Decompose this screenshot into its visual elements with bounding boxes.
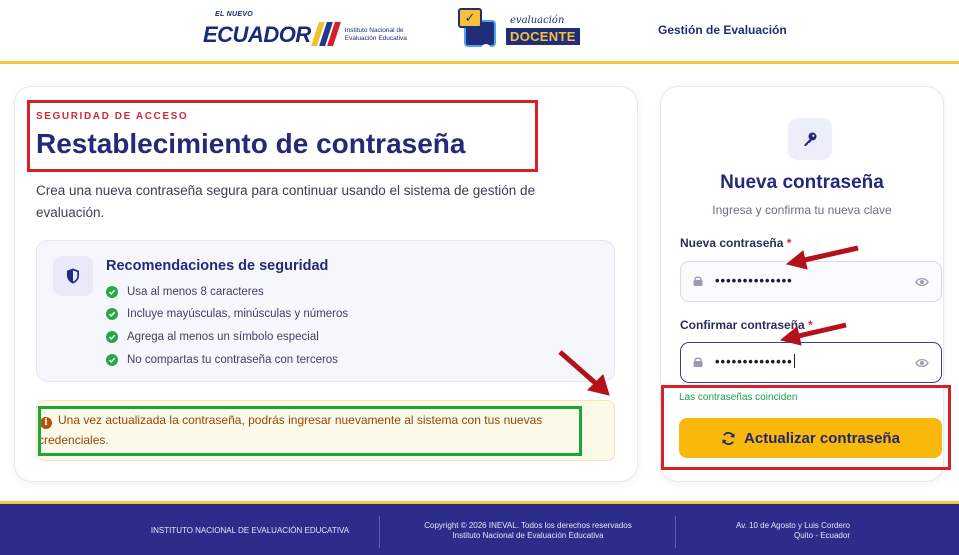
check-circle-icon	[106, 286, 118, 298]
new-password-input[interactable]: ••••••••••••••	[680, 261, 942, 302]
check-circle-icon	[106, 354, 118, 366]
eye-icon[interactable]	[915, 357, 929, 369]
recommendation-item: Agrega al menos un símbolo especial	[106, 331, 319, 343]
logo-evaluacion: evaluación	[510, 15, 565, 26]
footer-copyright: Copyright © 2026 INEVAL. Todos los derec…	[398, 504, 658, 555]
eye-icon[interactable]	[915, 276, 929, 288]
confirm-password-label-text: Confirmar contraseña	[680, 318, 805, 332]
address-city: Quito - Ecuador	[793, 531, 850, 540]
evaluacion-docente-logo: ✓ evaluación DOCENTE	[458, 8, 580, 56]
form-title: Nueva contraseña	[720, 172, 884, 193]
key-icon	[788, 118, 832, 160]
footer-institution-name: INSTITUTO NACIONAL DE EVALUACIÓN EDUCATI…	[150, 526, 350, 535]
footer-divider	[379, 516, 380, 548]
footer-address: Av. 10 de Agosto y Luis Cordero Quito - …	[690, 504, 850, 555]
ecuador-logo: EL NUEVO ECUADOR Instituto Nacional de E…	[203, 11, 407, 48]
recommendation-text: Usa al menos 8 caracteres	[127, 286, 264, 298]
notice-annotation-box	[38, 406, 582, 456]
logo-wordmark: ECUADOR	[203, 22, 311, 47]
recommendation-text: Agrega al menos un símbolo especial	[127, 331, 319, 343]
confirm-password-dots: ••••••••••••••	[715, 354, 793, 369]
institute-line1: Instituto Nacional de	[344, 27, 404, 34]
recommendation-item: Incluye mayúsculas, minúsculas y números	[106, 308, 348, 320]
person-icon	[481, 44, 491, 56]
institute-line2: Evaluación Educativa	[344, 35, 407, 42]
confirm-password-value: ••••••••••••••	[715, 354, 796, 369]
shield-icon	[53, 256, 93, 296]
address-line: Av. 10 de Agosto y Luis Cordero	[736, 521, 850, 530]
copyright-institute: Instituto Nacional de Evaluación Educati…	[452, 531, 604, 540]
lock-icon	[693, 357, 703, 367]
copyright-line: Copyright © 2026 INEVAL. Todos los derec…	[424, 521, 632, 530]
footer-divider	[675, 516, 676, 548]
check-circle-icon	[106, 308, 118, 320]
new-password-value: ••••••••••••••	[715, 273, 793, 288]
required-mark: *	[808, 318, 813, 332]
new-password-label: Nueva contraseña *	[680, 236, 791, 250]
recommendation-item: Usa al menos 8 caracteres	[106, 286, 264, 298]
checkmark-icon: ✓	[458, 8, 482, 28]
new-password-label-text: Nueva contraseña	[680, 236, 784, 250]
required-mark: *	[786, 236, 792, 250]
footer-institution: INSTITUTO NACIONAL DE EVALUACIÓN EDUCATI…	[140, 504, 360, 555]
nav-gestion-evaluacion[interactable]: Gestión de Evaluación	[658, 23, 787, 37]
check-circle-icon	[106, 331, 118, 343]
confirm-password-input[interactable]: ••••••••••••••	[680, 342, 942, 383]
page-description: Crea una nueva contraseña segura para co…	[36, 183, 536, 220]
page-footer: INSTITUTO NACIONAL DE EVALUACIÓN EDUCATI…	[0, 501, 959, 555]
logo-stripes	[310, 22, 341, 46]
recommendation-text: Incluye mayúsculas, minúsculas y números	[127, 308, 349, 320]
logo-docente: DOCENTE	[506, 28, 580, 45]
recommendation-item: No compartas tu contraseña con terceros	[106, 354, 338, 366]
logo-institute: Instituto Nacional de Evaluación Educati…	[345, 27, 407, 43]
top-header: EL NUEVO ECUADOR Instituto Nacional de E…	[0, 0, 959, 64]
lock-icon	[693, 276, 703, 286]
recommendations-title: Recomendaciones de seguridad	[106, 258, 329, 274]
title-annotation-box	[27, 100, 538, 172]
text-caret	[793, 354, 796, 368]
recommendation-text: No compartas tu contraseña con terceros	[127, 354, 338, 366]
form-subtitle: Ingresa y confirma tu nueva clave	[712, 203, 892, 217]
logo-tagline: EL NUEVO	[215, 11, 254, 18]
button-annotation-box	[661, 385, 951, 470]
confirm-password-label: Confirmar contraseña *	[680, 318, 813, 332]
